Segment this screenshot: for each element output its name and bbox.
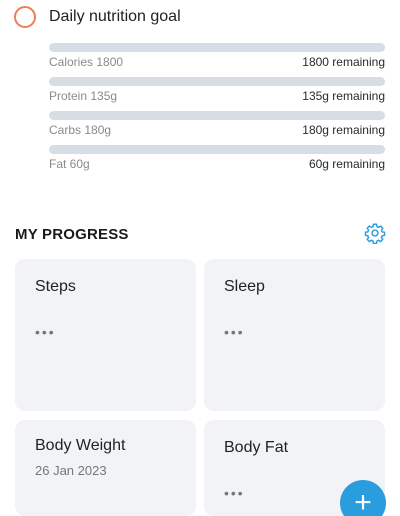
nutrient-remaining: 180g remaining (302, 123, 385, 137)
gear-icon[interactable] (364, 222, 386, 245)
nutrient-fat: Fat 60g 60g remaining (49, 145, 385, 171)
progress-bar (49, 77, 385, 86)
nutrient-remaining: 1800 remaining (302, 55, 385, 69)
nutrient-carbs: Carbs 180g 180g remaining (49, 111, 385, 137)
progress-bar (49, 111, 385, 120)
card-title: Steps (35, 278, 76, 295)
progress-bar (49, 43, 385, 52)
nutrition-goal-header[interactable]: Daily nutrition goal (14, 6, 181, 28)
card-body-weight[interactable]: Body Weight 26 Jan 2023 (15, 420, 196, 516)
card-title: Body Weight (35, 437, 126, 454)
progress-bar (49, 145, 385, 154)
nutrient-label: Carbs 180g (49, 123, 112, 137)
nutrient-remaining: 135g remaining (302, 89, 385, 103)
card-value: ••• (224, 324, 245, 340)
card-date: 26 Jan 2023 (35, 463, 107, 478)
goal-title: Daily nutrition goal (49, 8, 181, 25)
nutrient-calories: Calories 1800 1800 remaining (49, 43, 385, 69)
card-title: Sleep (224, 278, 265, 295)
plus-icon: + (354, 486, 372, 516)
nutrient-remaining: 60g remaining (308, 157, 385, 171)
nutrient-label: Calories 1800 (49, 55, 124, 69)
card-steps[interactable]: Steps ••• (15, 259, 196, 411)
nutrient-label: Protein 135g (49, 89, 118, 103)
goal-progress-ring-icon (14, 6, 36, 28)
nutrient-label: Fat 60g (49, 157, 90, 171)
card-sleep[interactable]: Sleep ••• (204, 259, 385, 411)
card-value: ••• (35, 324, 56, 340)
card-value: ••• (224, 485, 245, 501)
card-title: Body Fat (224, 439, 289, 456)
section-title: MY PROGRESS (15, 226, 129, 243)
nutrient-protein: Protein 135g 135g remaining (49, 77, 385, 103)
